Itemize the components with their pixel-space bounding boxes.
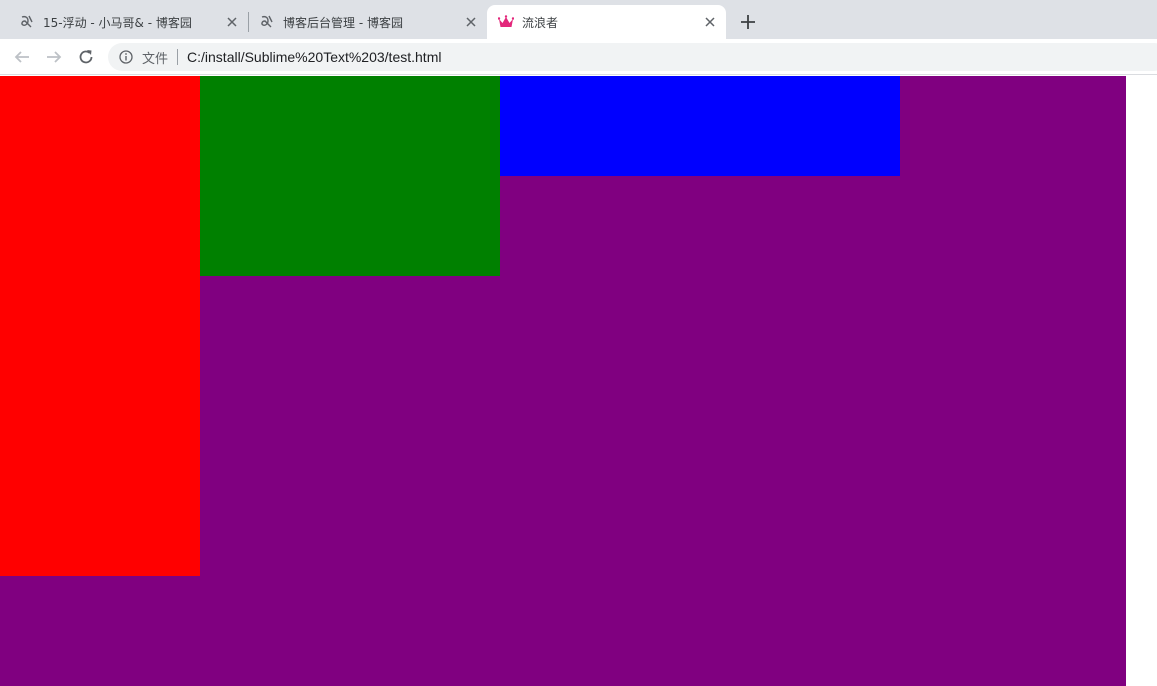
arrow-right-icon bbox=[47, 51, 62, 63]
close-icon[interactable] bbox=[224, 14, 240, 30]
green-box bbox=[200, 76, 500, 276]
red-box bbox=[0, 76, 200, 576]
reload-icon bbox=[79, 50, 93, 64]
cnblogs-icon bbox=[19, 14, 35, 30]
blue-box bbox=[500, 76, 900, 176]
tab-cnblogs-float[interactable]: 15-浮动 - 小马哥& - 博客园 bbox=[0, 5, 248, 39]
tab-strip: 15-浮动 - 小马哥& - 博客园 博客后台管理 - 博客园 流浪者 bbox=[0, 0, 1157, 39]
url-text[interactable]: C:/install/Sublime%20Text%203/test.html bbox=[187, 49, 441, 65]
tab-title: 博客后台管理 - 博客园 bbox=[283, 15, 403, 30]
plus-icon bbox=[741, 15, 755, 29]
close-icon[interactable] bbox=[463, 14, 479, 30]
info-icon[interactable] bbox=[118, 49, 134, 65]
arrow-left-icon bbox=[14, 51, 29, 63]
crown-icon bbox=[498, 14, 514, 30]
tab-title: 流浪者 bbox=[522, 15, 559, 30]
back-button[interactable] bbox=[10, 45, 34, 69]
address-bar[interactable]: 文件 C:/install/Sublime%20Text%203/test.ht… bbox=[108, 43, 1157, 71]
cnblogs-icon bbox=[259, 14, 275, 30]
tab-title: 15-浮动 - 小马哥& - 博客园 bbox=[43, 15, 192, 30]
omnibox-divider bbox=[177, 49, 179, 65]
forward-button[interactable] bbox=[42, 45, 66, 69]
tab-liulangzhe[interactable]: 流浪者 bbox=[487, 5, 726, 39]
toolbar: 文件 C:/install/Sublime%20Text%203/test.ht… bbox=[0, 39, 1157, 75]
scheme-label: 文件 bbox=[142, 51, 169, 67]
reload-button[interactable] bbox=[74, 45, 98, 69]
new-tab-button[interactable] bbox=[736, 10, 760, 34]
page-viewport bbox=[0, 76, 1157, 686]
tab-cnblogs-admin[interactable]: 博客后台管理 - 博客园 bbox=[240, 5, 487, 39]
browser-window: 15-浮动 - 小马哥& - 博客园 博客后台管理 - 博客园 流浪者 文件 C… bbox=[0, 0, 1157, 686]
close-icon[interactable] bbox=[702, 14, 718, 30]
